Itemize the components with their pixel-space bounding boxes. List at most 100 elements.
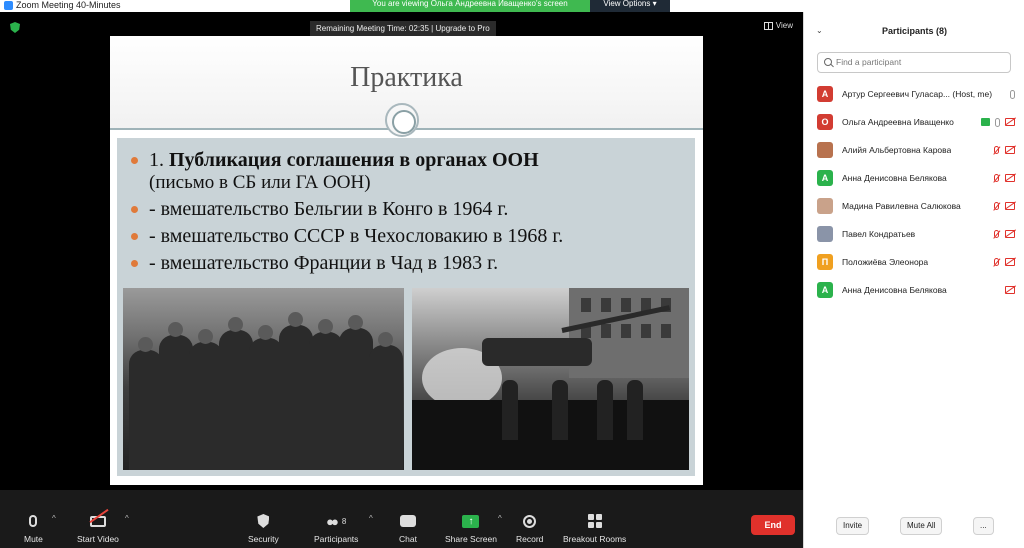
audio-options-caret-icon[interactable]: ^ [52, 514, 56, 523]
bullet-bold-text: Публикация соглашения в органах ООН [169, 149, 539, 171]
avatar: А [817, 86, 833, 102]
chat-label: Chat [399, 534, 417, 544]
avatar: О [817, 114, 833, 130]
participant-name: Алийя Альбертовна Карова [842, 145, 952, 155]
slide-body: 1. Публикация соглашения в органах ООН (п… [117, 138, 695, 476]
shield-icon [257, 514, 270, 528]
share-screen-button[interactable]: ↑ Share Screen [445, 512, 497, 544]
avatar: А [817, 170, 833, 186]
participant-row[interactable]: Павел Кондратьев [804, 220, 1024, 248]
participants-panel: ⌄ Participants (8) Find a participant АА… [803, 12, 1024, 548]
view-layout-icon [763, 21, 773, 30]
chat-button[interactable]: Chat [399, 512, 417, 544]
security-button[interactable]: Security [248, 512, 279, 544]
soldiers-photo [123, 288, 404, 470]
presentation-slide: Практика 1. Публикация соглашения в орга… [110, 36, 703, 485]
participant-status-icons [993, 257, 1015, 267]
participant-row[interactable]: А Анна Денисовна Белякова [804, 164, 1024, 192]
participant-status-icons [993, 201, 1015, 211]
participant-status-icons [981, 117, 1015, 127]
avatar [817, 226, 833, 242]
participants-label: Participants [314, 534, 359, 544]
participant-search-input[interactable]: Find a participant [817, 52, 1011, 73]
camera-off-icon [1005, 118, 1015, 126]
share-arrow-icon: ↑ [462, 514, 480, 528]
participant-name: Ольга Андреевна Иващенко [842, 117, 954, 127]
remaining-time-badge[interactable]: Remaining Meeting Time: 02:35 | Upgrade … [310, 21, 496, 37]
breakout-rooms-button[interactable]: Breakout Rooms [563, 512, 626, 544]
microphone-icon[interactable] [1010, 89, 1015, 99]
chat-bubble-icon [399, 515, 416, 527]
record-button[interactable]: Record [516, 512, 543, 544]
mute-label: Mute [24, 534, 43, 544]
participant-row[interactable]: А Артур Сергеевич Гуласар... (Host, me) [804, 80, 1024, 108]
zoom-logo-icon [4, 0, 13, 10]
people-icon: ●● [326, 513, 339, 529]
more-options-button[interactable]: ... [973, 517, 994, 535]
view-options-button[interactable]: View Options ▾ [590, 0, 670, 12]
participant-name: Павел Кондратьев [842, 229, 916, 239]
participant-name: Артур Сергеевич Гуласар... (Host, me) [842, 89, 992, 99]
slide-title: Практика [350, 62, 463, 93]
record-label: Record [516, 534, 544, 544]
participant-row[interactable]: П Положиёва Элеонора [804, 248, 1024, 276]
microphone-icon[interactable] [995, 117, 1000, 127]
avatar: А [817, 282, 833, 298]
participant-status-icons [993, 145, 1015, 155]
avatar: П [817, 254, 833, 270]
record-icon [523, 514, 537, 528]
microphone-muted-icon[interactable] [993, 145, 1000, 155]
start-video-button[interactable]: Start Video [77, 512, 119, 544]
bullet-prefix: 1. [149, 149, 169, 171]
participant-status-icons [1005, 286, 1015, 294]
video-options-caret-icon[interactable]: ^ [125, 514, 129, 523]
participant-name: Мадина Равилевна Салюкова [842, 201, 961, 211]
view-button[interactable]: View [763, 21, 793, 30]
microphone-muted-icon[interactable] [993, 229, 1000, 239]
share-options-caret-icon[interactable]: ^ [498, 514, 502, 523]
microphone-muted-icon[interactable] [993, 173, 1000, 183]
end-meeting-button[interactable]: End [751, 515, 795, 535]
participants-options-caret-icon[interactable]: ^ [369, 514, 373, 523]
camera-off-icon [1005, 202, 1015, 210]
bullet-list: 1. Публикация соглашения в органах ООН (п… [129, 148, 689, 278]
view-options-label: View Options [603, 0, 651, 8]
tank-street-photo [412, 288, 689, 470]
participant-row[interactable]: Алийя Альбертовна Карова [804, 136, 1024, 164]
participant-row[interactable]: Мадина Равилевна Салюкова [804, 192, 1024, 220]
microphone-muted-icon[interactable] [993, 257, 1000, 267]
camera-off-icon [1005, 258, 1015, 266]
encryption-shield-icon[interactable] [10, 22, 20, 33]
participant-name: Анна Денисовна Белякова [842, 285, 947, 295]
avatar [817, 142, 833, 158]
slide-ornament-circle [385, 103, 419, 137]
window-title-bar: Zoom Meeting 40-Minutes You are viewing … [0, 0, 1024, 12]
bullet-item: 1. Публикация соглашения в органах ООН (п… [129, 148, 689, 194]
participant-row[interactable]: О Ольга Андреевна Иващенко [804, 108, 1024, 136]
microphone-icon [29, 515, 38, 527]
participant-status-icons [993, 229, 1015, 239]
participant-name: Анна Денисовна Белякова [842, 173, 947, 183]
microphone-muted-icon[interactable] [993, 201, 1000, 211]
bullet-subtext: (письмо в СБ или ГА ООН) [149, 172, 371, 193]
breakout-rooms-label: Breakout Rooms [563, 534, 627, 544]
participants-header: Participants (8) [881, 26, 948, 36]
shared-screen-area: Remaining Meeting Time: 02:35 | Upgrade … [0, 12, 803, 490]
participant-row[interactable]: А Анна Денисовна Белякова [804, 276, 1024, 304]
participants-count: 8 [341, 516, 347, 526]
camera-off-icon [1005, 286, 1015, 294]
participants-button[interactable]: ●● 8 Participants [314, 512, 359, 545]
camera-off-icon [1005, 146, 1015, 154]
bullet-item: - вмешательство Франции в Чад в 1983 г. [129, 251, 689, 275]
meeting-toolbar: Mute ^ Start Video ^ Security ●● 8 Partic… [0, 490, 803, 548]
breakout-grid-icon [587, 514, 602, 528]
camera-off-icon [1005, 174, 1015, 182]
invite-button[interactable]: Invite [836, 517, 870, 535]
participant-status-icons [1010, 89, 1015, 99]
camera-off-icon [89, 515, 106, 527]
viewing-banner: You are viewing Ольга Андреевна Иващенко… [350, 0, 590, 12]
mute-all-button[interactable]: Mute All [900, 517, 943, 535]
view-label: View [775, 21, 793, 30]
mute-button[interactable]: Mute [24, 512, 43, 544]
participant-name: Положиёва Элеонора [842, 257, 929, 267]
